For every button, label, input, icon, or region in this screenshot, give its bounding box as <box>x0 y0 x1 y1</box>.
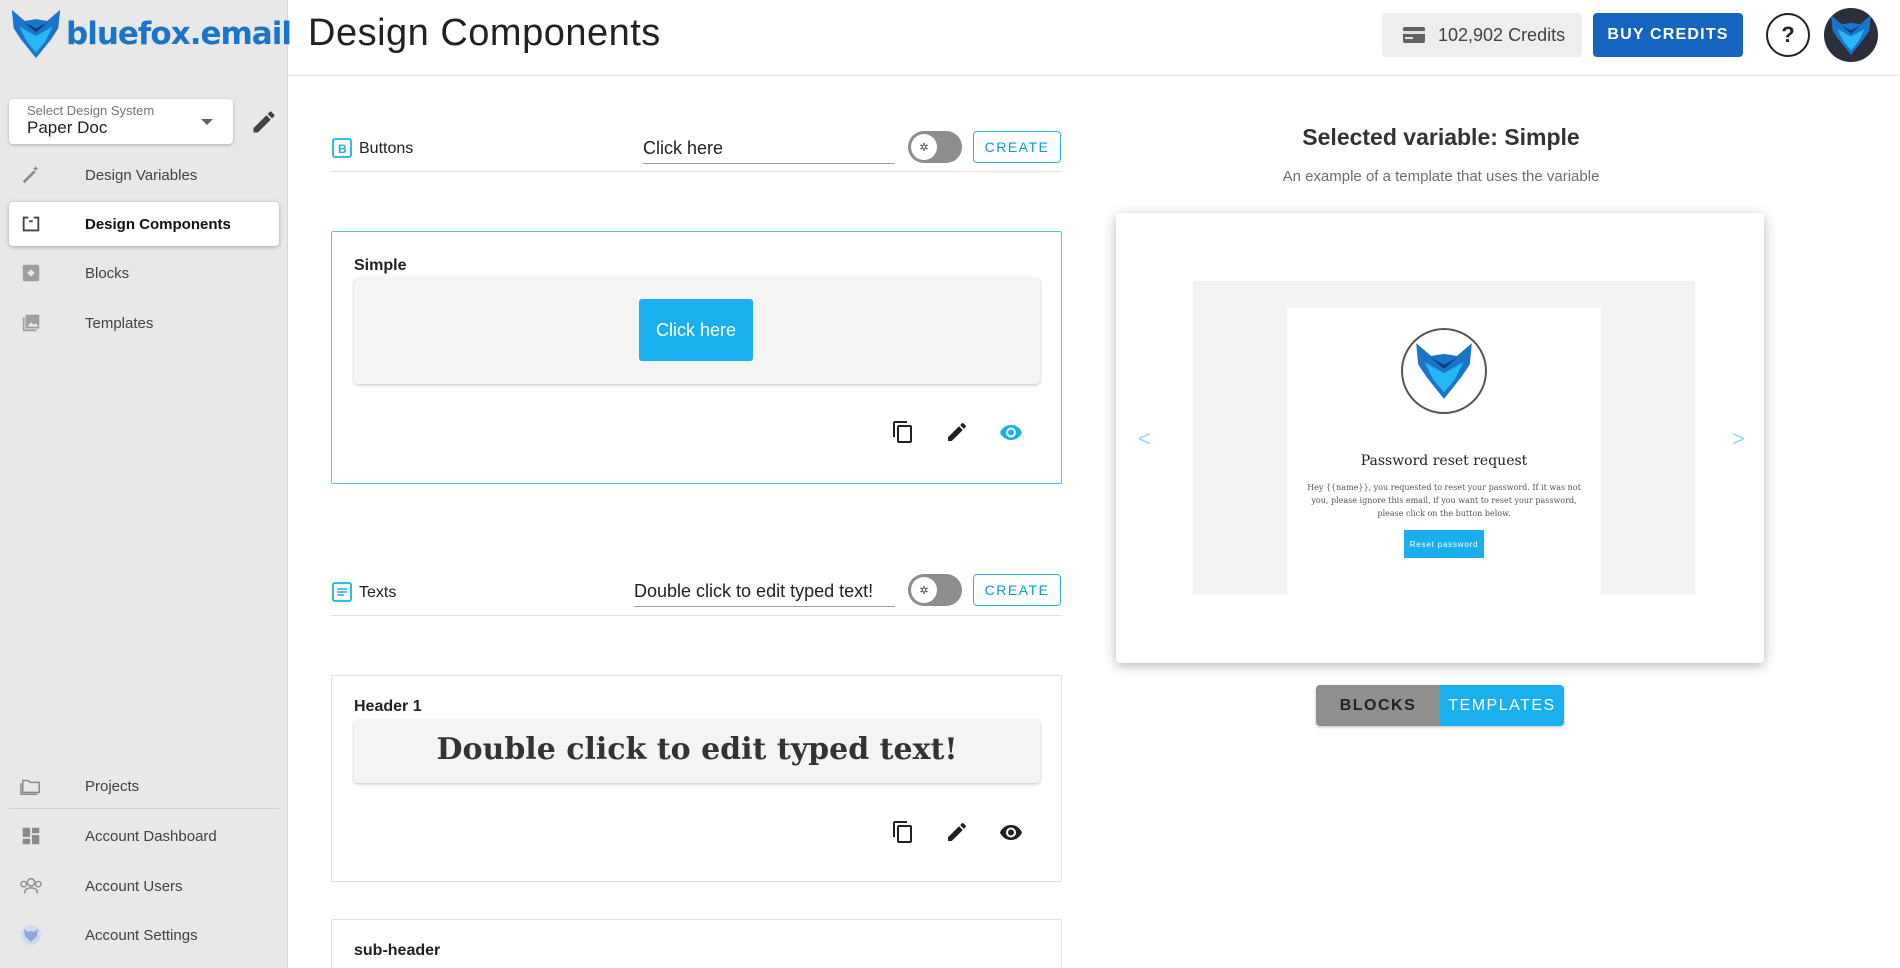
email-reset-button: Reset password <box>1404 530 1484 558</box>
fox-logo-icon <box>11 9 61 59</box>
texts-section-title: Texts <box>359 584 397 601</box>
sidebar-divider <box>9 808 279 809</box>
toggle-knob: ✲ <box>911 577 937 603</box>
svg-text:B: B <box>338 142 347 156</box>
carousel-prev-button[interactable]: < <box>1138 426 1151 452</box>
sidebar-item-account-users[interactable]: Account Users <box>9 864 279 908</box>
design-system-select[interactable]: Select Design System Paper Doc <box>9 99 233 144</box>
button-component-icon: B <box>332 138 352 158</box>
buy-credits-button[interactable]: BUY CREDITS <box>1593 13 1743 57</box>
copy-button[interactable] <box>891 820 915 844</box>
sidebar-item-templates[interactable]: Templates <box>9 301 279 345</box>
component-actions <box>891 420 1023 444</box>
sidebar-item-label: Templates <box>85 314 154 332</box>
selected-variable-subtitle: An example of a template that uses the v… <box>1282 168 1600 185</box>
pencil-icon <box>948 422 967 441</box>
buttons-toggle-switch[interactable]: ✲ <box>908 131 962 163</box>
template-preview-frame[interactable]: Password reset request Hey {{name}}, you… <box>1193 281 1695 595</box>
folder-icon <box>19 774 43 798</box>
sidebar-item-label: Account Dashboard <box>85 827 217 845</box>
sidebar-item-label: Account Users <box>85 877 183 895</box>
template-preview-card: < > Password reset request Hey {{name}},… <box>1116 213 1764 663</box>
text-component-icon <box>332 582 352 602</box>
preview-header-text: Double click to edit typed text! <box>436 732 958 767</box>
block-icon <box>19 261 43 285</box>
users-icon <box>19 874 43 898</box>
sidebar-item-account-settings[interactable]: Account Settings <box>9 913 279 957</box>
selected-variable-title: Selected variable: Simple <box>1302 124 1580 150</box>
edit-button[interactable] <box>945 820 969 844</box>
preview-button: Click here <box>639 299 753 361</box>
help-button[interactable]: ? <box>1766 13 1810 57</box>
component-preview: Click here <box>354 278 1040 384</box>
eye-icon <box>1000 425 1022 440</box>
sidebar-item-label: Projects <box>85 777 140 795</box>
sidebar-item-design-variables[interactable]: Design Variables <box>9 153 279 197</box>
copy-icon <box>893 421 912 443</box>
component-label: Header 1 <box>354 698 422 715</box>
copy-button[interactable] <box>891 420 915 444</box>
texts-toggle-switch[interactable]: ✲ <box>908 574 962 606</box>
tab-templates[interactable]: TEMPLATES <box>1440 685 1564 726</box>
brand-name: bluefox.email <box>66 16 292 52</box>
component-card-simple[interactable]: Simple Click here <box>331 231 1062 484</box>
tab-blocks[interactable]: BLOCKS <box>1316 685 1440 726</box>
eye-icon <box>1000 825 1022 840</box>
component-preview: Double click to edit typed text! <box>354 720 1040 783</box>
texts-create-button[interactable]: CREATE <box>973 574 1061 606</box>
sidebar-item-label: Design Components <box>85 215 231 233</box>
design-system-select-label: Select Design System <box>27 103 155 118</box>
caret-down-icon <box>201 119 213 125</box>
buttons-section-header: B Buttons Click here ✲ CREATE <box>331 128 1062 172</box>
sidebar: bluefox.email Select Design System Paper… <box>0 0 292 968</box>
pencil-icon <box>948 822 967 841</box>
component-card-sub-header[interactable]: sub-header <box>331 919 1062 968</box>
toggle-knob: ✲ <box>911 134 937 160</box>
buttons-create-button[interactable]: CREATE <box>973 131 1061 163</box>
component-label: sub-header <box>354 942 441 959</box>
email-body: Hey {{name}}, you requested to reset you… <box>1307 483 1581 518</box>
copy-icon <box>893 821 912 843</box>
sidebar-item-label: Account Settings <box>85 926 198 944</box>
edit-design-system-button[interactable] <box>250 108 278 136</box>
user-avatar[interactable] <box>1824 8 1878 62</box>
component-icon <box>19 212 43 236</box>
brand-logo[interactable]: bluefox.email <box>8 6 292 62</box>
credit-card-icon <box>1402 25 1426 45</box>
preview-type-toggle: BLOCKS TEMPLATES <box>1316 685 1564 726</box>
dashboard-icon <box>19 824 43 848</box>
edit-button[interactable] <box>945 420 969 444</box>
top-header: Design Components 102,902 Credits BUY CR… <box>288 0 1900 76</box>
component-actions <box>891 820 1023 844</box>
preview-toggle-button[interactable] <box>999 820 1023 844</box>
sidebar-item-design-components[interactable]: Design Components <box>9 202 279 246</box>
credits-count: 102,902 Credits <box>1438 24 1566 45</box>
texts-preview-text-input[interactable]: Double click to edit typed text! <box>634 581 895 607</box>
email-template-preview: Password reset request Hey {{name}}, you… <box>1287 308 1601 595</box>
pencil-icon <box>253 111 275 133</box>
fox-logo-icon <box>1401 328 1487 414</box>
component-label: Simple <box>354 257 407 274</box>
magic-wand-icon <box>19 163 43 187</box>
sidebar-item-blocks[interactable]: Blocks <box>9 251 279 295</box>
sidebar-item-projects[interactable]: Projects <box>9 764 279 808</box>
buttons-section-title: Buttons <box>359 140 414 157</box>
component-card-header-1[interactable]: Header 1 Double click to edit typed text… <box>331 675 1062 882</box>
texts-section-header: Texts Double click to edit typed text! ✲… <box>331 572 1062 616</box>
preview-toggle-button[interactable] <box>999 420 1023 444</box>
email-heading: Password reset request <box>1360 453 1528 469</box>
fox-avatar-icon <box>1831 15 1871 55</box>
settings-icon <box>19 923 43 947</box>
sidebar-item-account-dashboard[interactable]: Account Dashboard <box>9 814 279 858</box>
image-stack-icon <box>19 311 43 335</box>
sidebar-item-label: Design Variables <box>85 166 198 184</box>
buttons-preview-text-input[interactable]: Click here <box>643 138 895 164</box>
page-title: Design Components <box>308 12 661 54</box>
carousel-next-button[interactable]: > <box>1732 426 1745 452</box>
credits-badge[interactable]: 102,902 Credits <box>1382 13 1582 57</box>
sidebar-item-label: Blocks <box>85 264 130 282</box>
